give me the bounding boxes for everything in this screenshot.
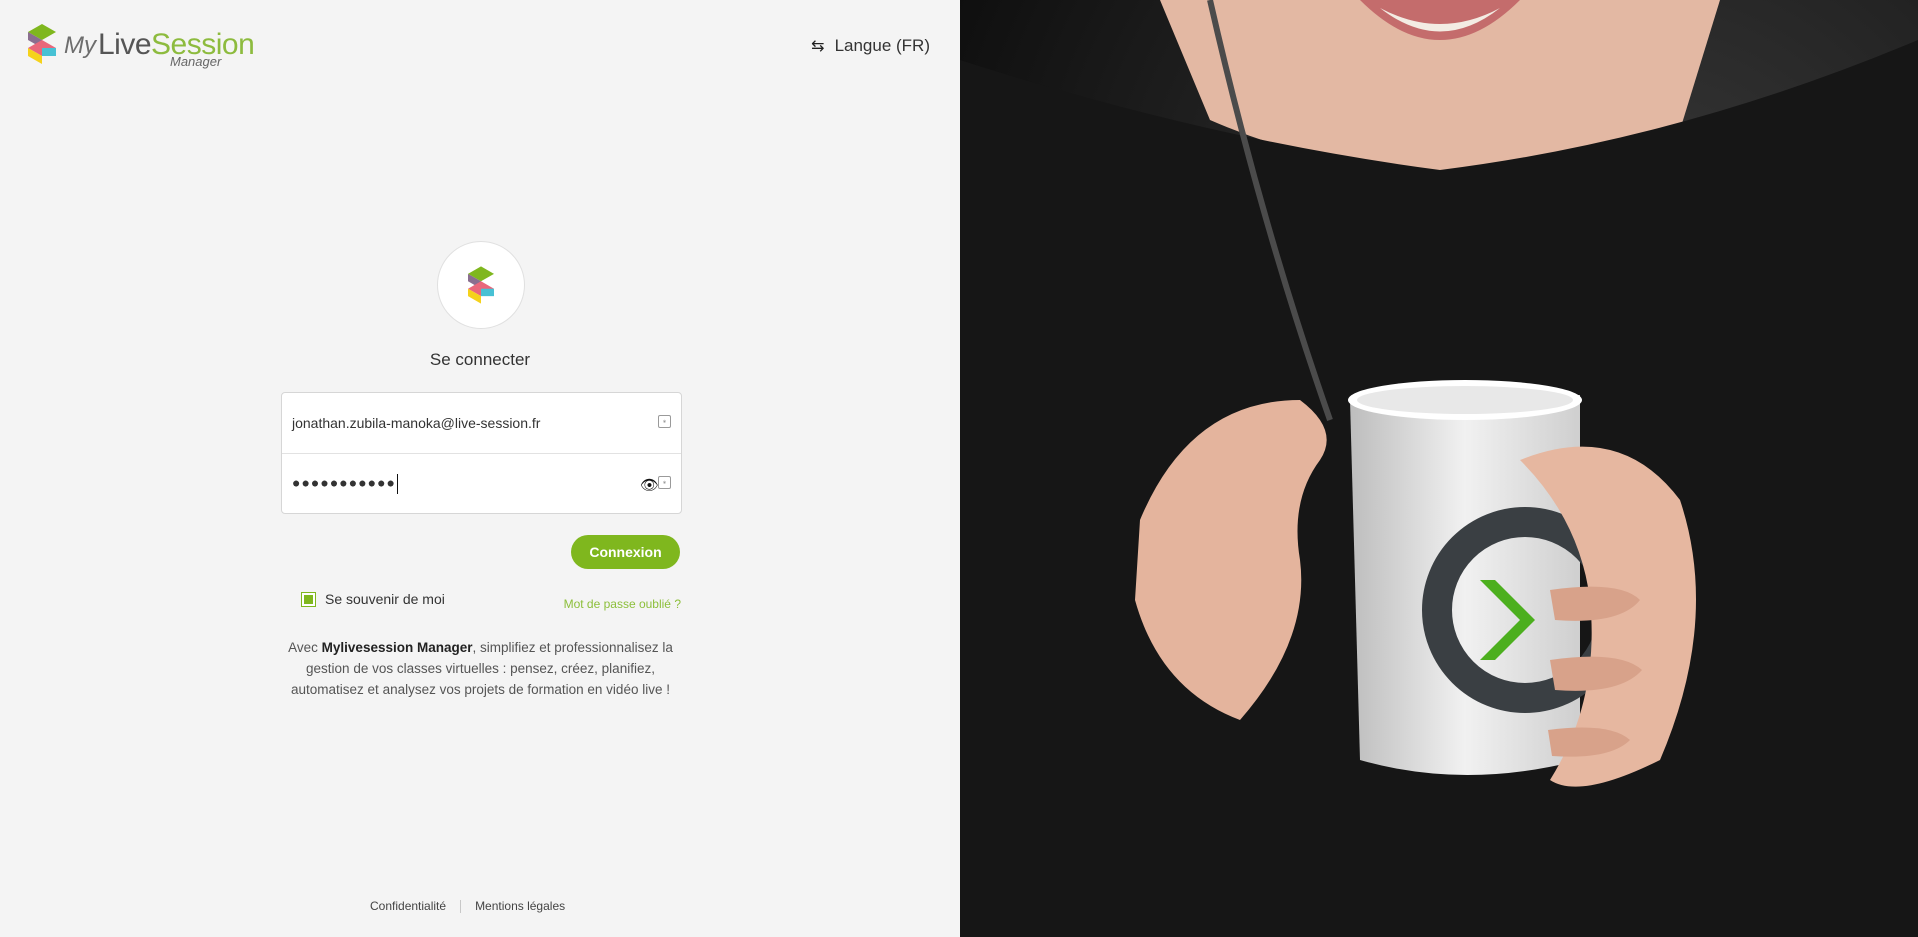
avatar: [437, 241, 525, 329]
password-field[interactable]: ●●●●●●●●●●● 👁 ⁎: [282, 453, 681, 514]
brand-manager: Manager: [170, 54, 222, 69]
remember-me[interactable]: Se souvenir de moi: [301, 591, 445, 607]
checkbox-check: [304, 594, 313, 604]
password-dots: ●●●●●●●●●●●: [292, 474, 397, 491]
login-panel: My LiveSession Manager ⇆ Langue (FR) Se …: [0, 0, 960, 937]
eye-icon[interactable]: 👁: [640, 476, 659, 494]
hero-photo: [960, 0, 1918, 937]
brand-logo[interactable]: My LiveSession Manager: [28, 24, 255, 69]
password-value: ●●●●●●●●●●●: [292, 474, 399, 494]
autofill-icon[interactable]: ⁎: [658, 415, 671, 428]
login-fields: jonathan.zubila-manoka@live-session.fr ⁎…: [281, 392, 682, 514]
description-brand: Mylivesession Manager: [321, 640, 473, 655]
forgot-password-link[interactable]: Mot de passe oublié ?: [564, 597, 681, 611]
language-switcher[interactable]: ⇆ Langue (FR): [811, 36, 930, 56]
footer-divider: [460, 899, 462, 913]
logo-icon: [468, 266, 494, 304]
email-value: jonathan.zubila-manoka@live-session.fr: [292, 415, 541, 431]
email-field[interactable]: jonathan.zubila-manoka@live-session.fr ⁎: [282, 393, 681, 453]
privacy-link[interactable]: Confidentialité: [370, 899, 446, 913]
brand-wordmark: My LiveSession Manager: [64, 24, 255, 69]
text-caret: [397, 474, 399, 494]
remember-checkbox[interactable]: [301, 591, 316, 607]
footer: Confidentialité Mentions légales: [370, 899, 565, 913]
photo-woman-with-mug: [960, 0, 1918, 937]
autofill-icon[interactable]: ⁎: [658, 476, 671, 489]
login-button[interactable]: Connexion: [571, 535, 680, 569]
language-label: Langue (FR): [834, 36, 930, 55]
swap-icon: ⇆: [811, 38, 825, 55]
page-title: Se connecter: [429, 350, 531, 369]
description-prefix: Avec: [288, 640, 322, 655]
brand-live: Live: [98, 28, 152, 61]
description: Avec Mylivesession Manager, simplifiez e…: [281, 637, 680, 700]
brand-my: My: [64, 32, 96, 59]
legal-link[interactable]: Mentions légales: [475, 899, 565, 913]
remember-label: Se souvenir de moi: [325, 591, 445, 607]
logo-icon: [28, 24, 56, 64]
